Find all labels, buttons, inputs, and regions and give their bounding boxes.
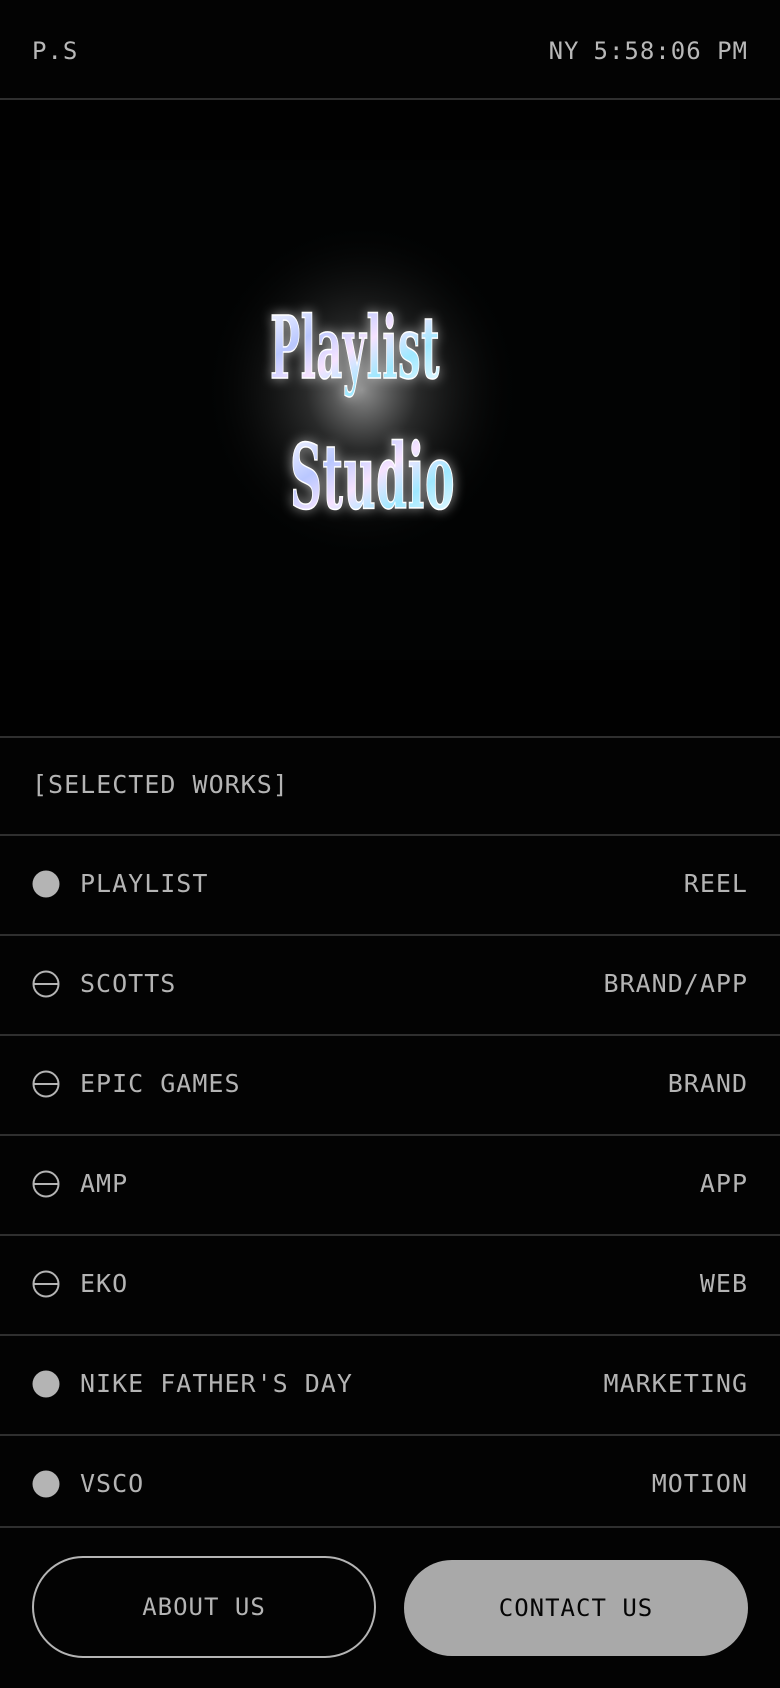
work-name: SCOTTS — [80, 969, 177, 998]
hero-logo-line-1: Playlist — [270, 298, 440, 399]
work-item-nike-fathers-day[interactable]: NIKE FATHER'S DAY MARKETING — [0, 1336, 780, 1436]
work-name: AMP — [80, 1169, 129, 1198]
filled-circle-icon — [32, 1470, 60, 1498]
selected-works-header: [SELECTED WORKS] — [0, 738, 780, 836]
filled-circle-icon — [32, 1370, 60, 1398]
site-logo[interactable]: P.S — [32, 34, 78, 68]
work-item-eko[interactable]: EKO WEB — [0, 1236, 780, 1336]
work-name: EKO — [80, 1269, 129, 1298]
about-us-button[interactable]: ABOUT US — [32, 1556, 376, 1658]
works-list: PLAYLIST REEL SCOTTS BRAND/APP EPIC GAME… — [0, 836, 780, 1528]
work-category: WEB — [699, 1269, 748, 1298]
work-name: NIKE FATHER'S DAY — [80, 1369, 353, 1398]
clock-time: 5:58:06 PM — [593, 37, 748, 65]
work-item-epic-games[interactable]: EPIC GAMES BRAND — [0, 1036, 780, 1136]
filled-circle-icon — [32, 870, 60, 898]
work-category: BRAND/APP — [603, 969, 748, 998]
work-category: MOTION — [651, 1469, 748, 1498]
hero-logo-line-2: Studio — [290, 424, 455, 530]
minus-circle-icon — [32, 1170, 60, 1198]
minus-circle-icon — [32, 1270, 60, 1298]
work-name: PLAYLIST — [80, 869, 209, 898]
work-name: VSCO — [80, 1469, 145, 1498]
work-item-vsco[interactable]: VSCO MOTION — [0, 1436, 780, 1528]
work-item-scotts[interactable]: SCOTTS BRAND/APP — [0, 936, 780, 1036]
work-item-amp[interactable]: AMP APP — [0, 1136, 780, 1236]
hero-visual: Playlist Studio Playlist Studio — [0, 100, 780, 738]
clock: NY 5:58:06 PM — [549, 34, 748, 68]
work-name: EPIC GAMES — [80, 1069, 241, 1098]
contact-us-button[interactable]: CONTACT US — [404, 1560, 748, 1656]
hero-logo-image: Playlist Studio Playlist Studio — [40, 160, 740, 660]
section-title: [SELECTED WORKS] — [32, 770, 289, 799]
top-bar: P.S NY 5:58:06 PM — [0, 0, 780, 100]
minus-circle-icon — [32, 1070, 60, 1098]
work-category: BRAND — [667, 1069, 748, 1098]
work-category: APP — [699, 1169, 748, 1198]
work-category: MARKETING — [603, 1369, 748, 1398]
work-category: REEL — [683, 869, 748, 898]
minus-circle-icon — [32, 970, 60, 998]
work-item-playlist[interactable]: PLAYLIST REEL — [0, 836, 780, 936]
clock-city: NY — [548, 37, 580, 65]
